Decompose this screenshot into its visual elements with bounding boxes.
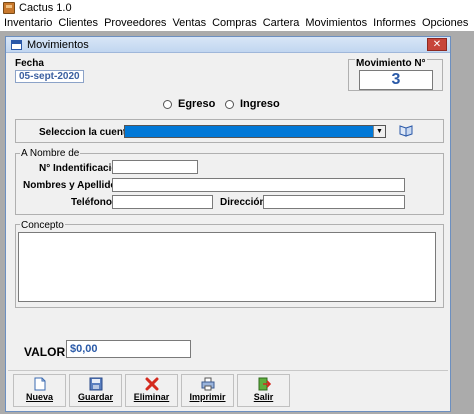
printer-icon (201, 377, 215, 391)
direccion-label: Dirección: (220, 197, 269, 208)
cactus-app-icon (3, 2, 15, 14)
movimiento-label: Movimiento N° (355, 58, 427, 69)
salir-button[interactable]: Salir (237, 374, 290, 407)
eliminar-button[interactable]: Eliminar (125, 374, 178, 407)
nueva-label: Nueva (25, 392, 53, 402)
eliminar-label: Eliminar (133, 392, 170, 402)
radio-egreso-circle[interactable] (163, 99, 172, 109)
cuenta-label: Seleccion la cuenta (39, 127, 132, 138)
nombre-group-title: A Nombre de (20, 148, 81, 159)
imprimir-label: Imprimir (189, 392, 226, 402)
concepto-group-title: Concepto (20, 220, 65, 231)
menu-proveedores[interactable]: Proveedores (104, 17, 166, 29)
nueva-button[interactable]: Nueva (13, 374, 66, 407)
menu-opciones[interactable]: Opciones (422, 17, 468, 29)
fecha-label: Fecha (15, 58, 44, 69)
valor-field[interactable]: $0,00 (66, 340, 191, 358)
movimientos-window: Movimientos ✕ Fecha 05-sept-2020 Movimie… (5, 36, 451, 412)
salir-label: Salir (253, 392, 274, 402)
new-document-icon (33, 377, 47, 391)
identificacion-field[interactable] (112, 160, 198, 174)
guardar-label: Guardar (77, 392, 113, 402)
close-button[interactable]: ✕ (427, 38, 447, 51)
save-disk-icon (89, 377, 103, 391)
exit-door-icon (257, 377, 271, 391)
window-form-icon (11, 39, 22, 50)
imprimir-button[interactable]: Imprimir (181, 374, 234, 407)
app-titlebar: Cactus 1.0 (0, 0, 474, 16)
telefono-label: Teléfono: (71, 197, 116, 208)
delete-x-icon (145, 377, 159, 391)
menu-inventario[interactable]: Inventario (4, 17, 52, 29)
menu-movimientos[interactable]: Movimientos (305, 17, 367, 29)
action-toolbar: Nueva Guardar Eliminar Imprimir Salir (8, 370, 448, 410)
radio-ingreso-label: Ingreso (240, 98, 280, 110)
radio-egreso-label: Egreso (178, 98, 216, 110)
chevron-down-icon[interactable]: ▼ (373, 126, 385, 137)
window-titlebar[interactable]: Movimientos ✕ (6, 37, 450, 53)
radio-ingreso-circle[interactable] (225, 99, 234, 109)
valor-label: VALOR: (24, 345, 70, 359)
book-icon[interactable] (398, 123, 415, 138)
menu-informes[interactable]: Informes (373, 17, 416, 29)
radio-ingreso[interactable]: Ingreso (225, 98, 280, 110)
menu-ventas[interactable]: Ventas (172, 17, 206, 29)
guardar-button[interactable]: Guardar (69, 374, 122, 407)
telefono-field[interactable] (112, 195, 213, 209)
nombres-field[interactable] (112, 178, 405, 192)
menu-compras[interactable]: Compras (212, 17, 257, 29)
menu-clientes[interactable]: Clientes (58, 17, 98, 29)
direccion-field[interactable] (263, 195, 405, 209)
concepto-textarea[interactable] (18, 232, 436, 302)
menu-cartera[interactable]: Cartera (263, 17, 300, 29)
window-title: Movimientos (27, 38, 89, 51)
app-title: Cactus 1.0 (19, 2, 72, 14)
menubar: Inventario Clientes Proveedores Ventas C… (0, 16, 474, 30)
radio-egreso[interactable]: Egreso (163, 98, 215, 110)
nombres-label: Nombres y Apellidos: (23, 180, 126, 191)
movimiento-number: 3 (359, 70, 433, 90)
cuenta-select[interactable]: ▼ (124, 125, 386, 138)
fecha-field[interactable]: 05-sept-2020 (15, 70, 84, 83)
